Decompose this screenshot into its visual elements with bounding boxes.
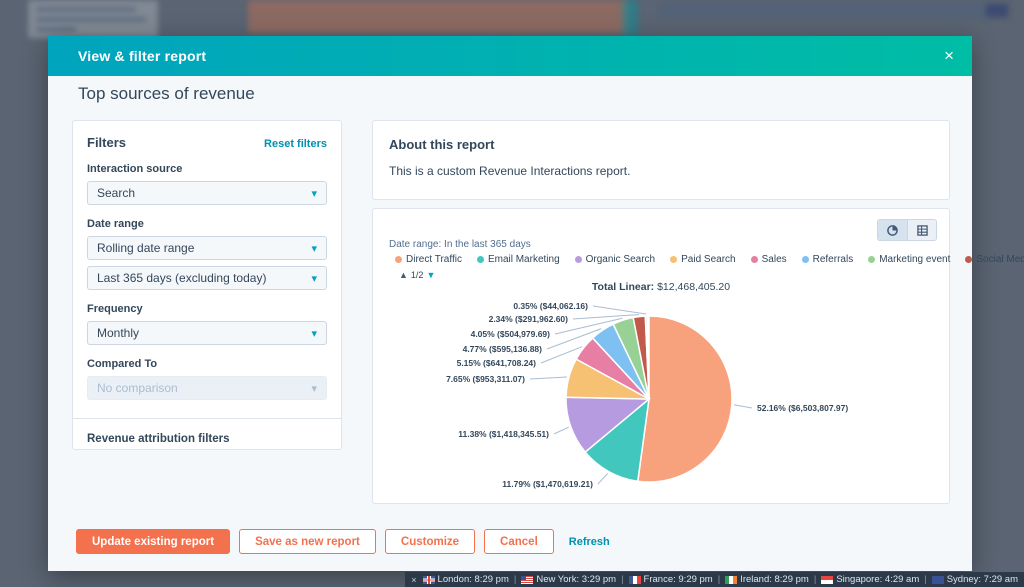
background-button [986,4,1008,17]
sg-flag-icon [821,575,834,584]
timezone-label: New York: 3:29 pm [536,574,617,585]
close-icon[interactable]: × [944,45,954,67]
timezone-item: Singapore: 4:29 am [821,574,919,585]
select-value: Monthly [97,326,140,340]
timezone-label: London: 8:29 pm [437,574,509,585]
about-description: This is a custom Revenue Interactions re… [389,164,631,178]
timezone-item: New York: 3:29 pm [521,574,616,585]
pie-slice-label: 4.05% ($504,979.69) [471,329,551,339]
interaction-source-label: Interaction source [87,163,183,175]
pie-slice-label: 11.38% ($1,418,345.51) [458,429,549,439]
label-leader-line [733,404,753,409]
chevron-down-icon: ▾ [311,382,317,395]
statusbar-separator: | [924,574,927,585]
pie-slice-label: 2.34% ($291,962.60) [489,314,569,324]
pie-slice-label: 7.65% ($953,311.07) [446,374,525,384]
select-value: Rolling date range [97,241,195,255]
select-value: No comparison [97,381,178,395]
date-range-value-select[interactable]: Last 365 days (excluding today) ▾ [87,266,327,290]
timezone-item: Sydney: 7:29 am [931,574,1018,585]
background-text-line [36,8,136,11]
background-text-line [36,28,76,31]
au-flag-icon [931,575,944,584]
pie-slice-label: 5.15% ($641,708.24) [457,358,537,368]
timezone-statusbar: × London: 8:29 pm | New York: 3:29 pm | Fran… [0,572,1024,587]
legend-label: Social Media [976,254,1024,265]
select-value: Search [97,186,136,200]
statusbar-close-icon[interactable]: × [411,575,416,585]
us-flag-icon [521,575,534,584]
page-title: Top sources of revenue [78,84,255,103]
background-card [28,0,158,38]
uk-flag-icon [422,575,435,584]
date-range-label: Date range [87,218,144,230]
legend-dot-icon [965,256,973,263]
divider [73,418,341,419]
background-banner [248,0,628,33]
label-leader-line [529,376,567,380]
filters-heading: Filters [87,135,127,150]
date-range-type-select[interactable]: Rolling date range ▾ [87,236,327,260]
modal-title: View & filter report [78,48,207,64]
update-existing-report-button[interactable]: Update existing report [76,529,231,554]
pie-slice-label: 0.35% ($44,062.16) [513,301,588,311]
pie-slice-label: 11.79% ($1,470,619.21) [502,479,593,489]
chevron-down-icon: ▾ [311,327,317,340]
frequency-select[interactable]: Monthly ▾ [87,321,327,345]
statusbar-separator: | [513,574,517,585]
refresh-link[interactable]: Refresh [569,536,610,548]
timezone-label: Singapore: 4:29 am [836,574,920,585]
statusbar-separator: | [621,574,624,585]
ie-flag-icon [725,575,738,584]
customize-button[interactable]: Customize [384,529,476,554]
timezone-item: France: 9:29 pm [628,574,713,585]
chevron-down-icon: ▾ [311,272,317,285]
background-strip [622,0,638,36]
statusbar-separator: | [717,574,721,585]
timezone-label: Sydney: 7:29 am [946,574,1018,585]
label-leader-line [597,473,609,485]
pie-slice-label: 52.16% ($6,503,807.97) [757,403,848,413]
pie-slice-label: 4.77% ($595,136.88) [463,344,543,354]
reset-filters-link[interactable]: Reset filters [264,138,327,150]
chevron-down-icon: ▾ [311,242,317,255]
statusbar-separator: | [813,574,817,585]
about-heading: About this report [389,137,495,152]
filters-panel: Filters Reset filters Interaction source… [72,120,342,450]
cancel-button[interactable]: Cancel [484,529,554,554]
fr-flag-icon [628,575,641,584]
pie-chart: 52.16% ($6,503,807.97) 11.79% ($1,470,619… [446,301,848,489]
label-leader-line [592,305,647,315]
view-filter-report-modal: View & filter report × Top sources of re… [48,36,1024,571]
frequency-label: Frequency [87,303,143,315]
timezone-item: Ireland: 8:29 pm [725,574,809,585]
modal-footer: Update existing report Save as new repor… [76,529,610,554]
attribution-filters-label: Revenue attribution filters [87,433,230,445]
timezone-item: London: 8:29 pm [422,574,509,585]
compared-to-select: No comparison ▾ [87,376,327,400]
background-text-line [36,18,146,21]
modal-header: View & filter report × [48,36,972,76]
about-panel: About this report This is a custom Reven… [372,120,950,200]
timezone-label: Ireland: 8:29 pm [740,574,809,585]
interaction-source-select[interactable]: Search ▾ [87,181,327,205]
legend-item[interactable]: Social Media [965,254,1024,265]
timezone-label: France: 9:29 pm [643,574,713,585]
compared-to-label: Compared To [87,358,158,370]
chart-panel: Date range: In the last 365 days Direct … [372,208,1024,504]
pie-slice[interactable] [636,315,733,483]
save-as-new-report-button[interactable]: Save as new report [239,529,376,554]
select-value: Last 365 days (excluding today) [97,271,267,285]
background-toolbar [660,3,1008,18]
label-leader-line [553,426,569,435]
chevron-down-icon: ▾ [311,187,317,200]
